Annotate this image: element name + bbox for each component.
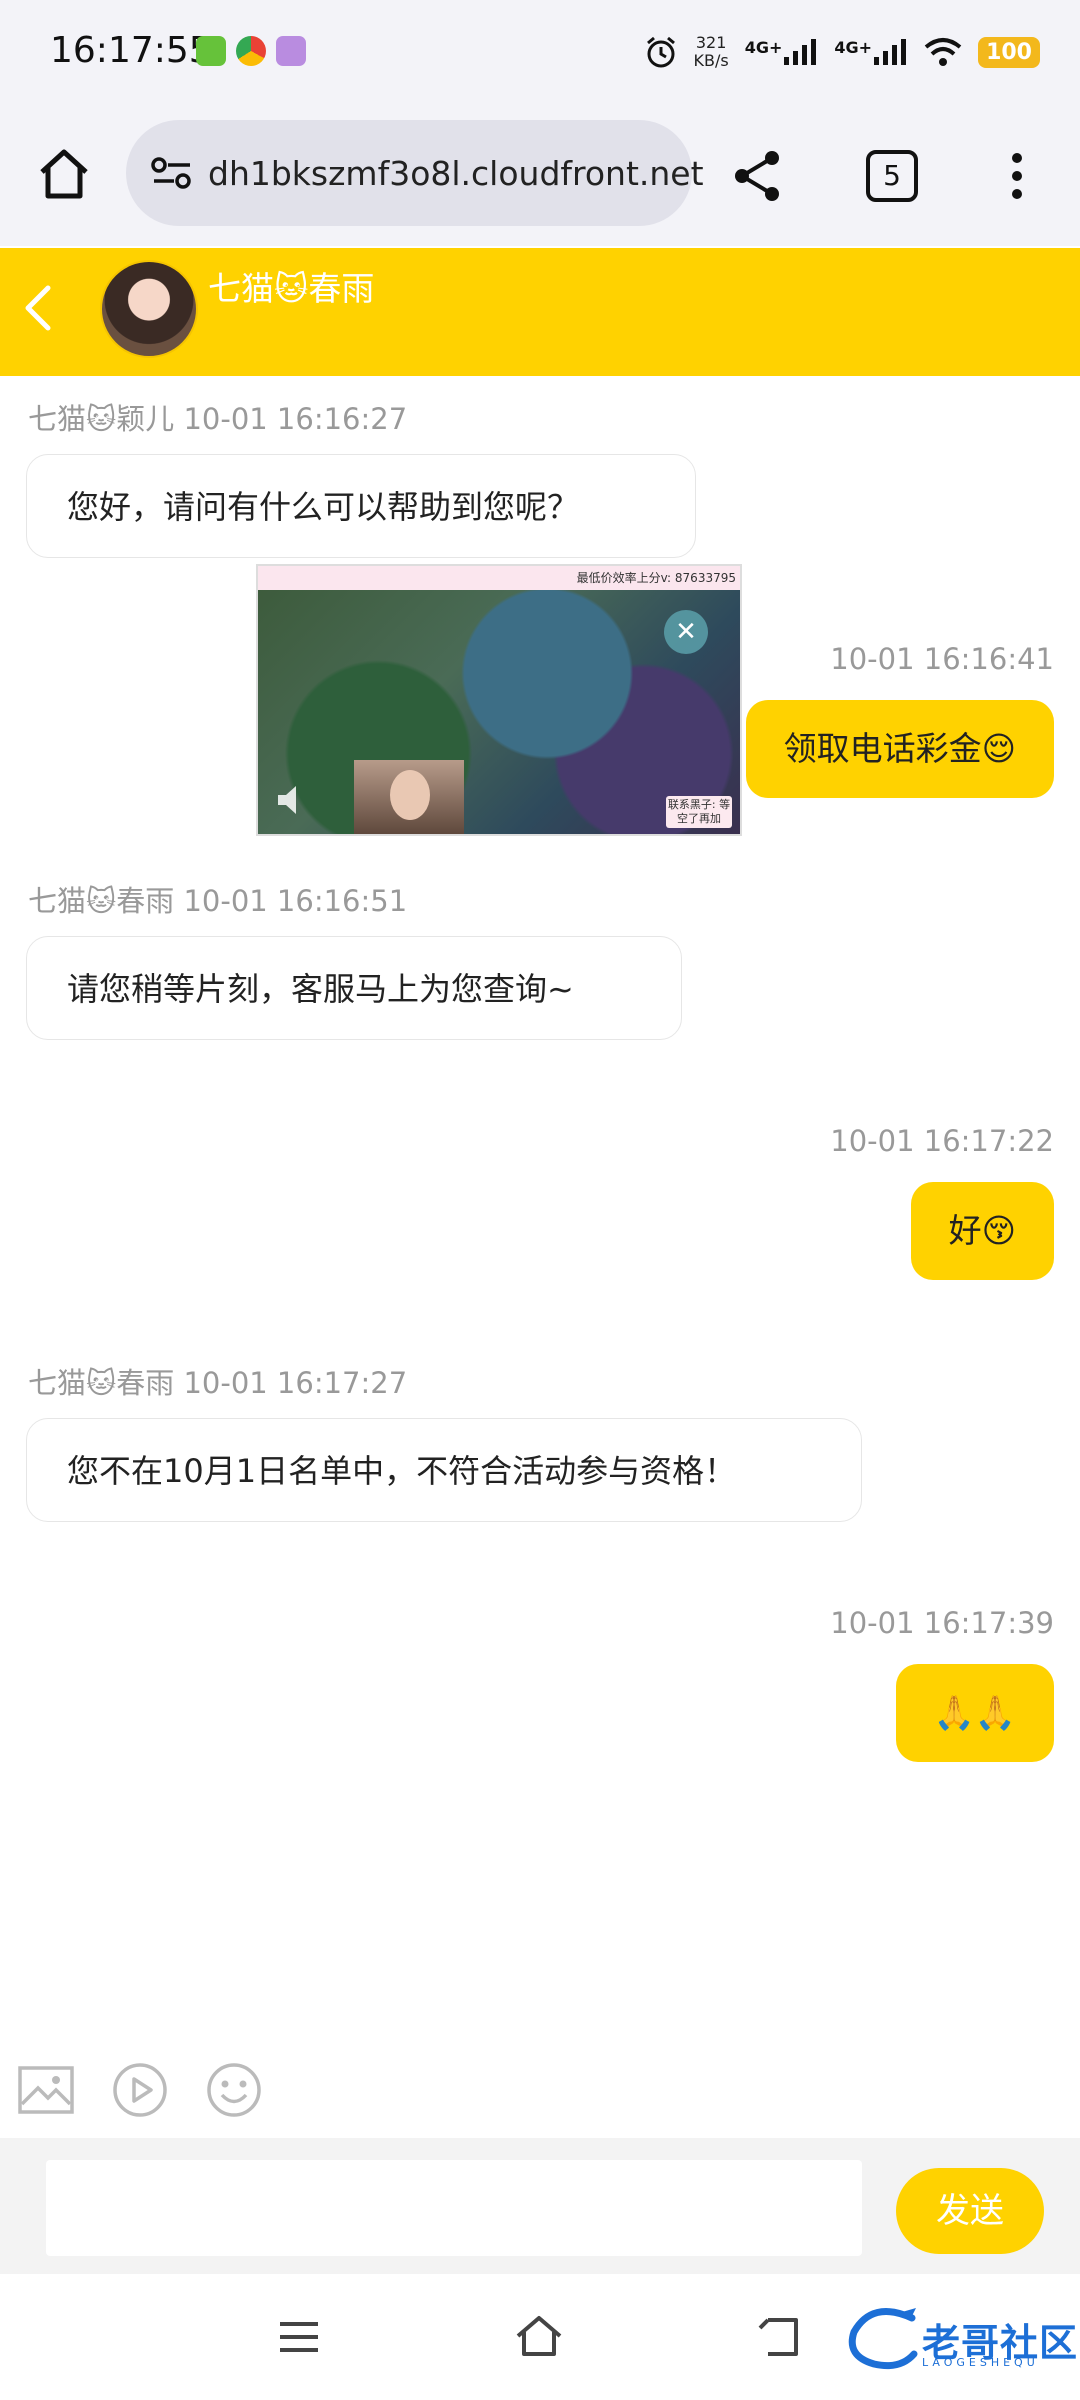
streamer-face [390, 770, 430, 820]
address-bar[interactable]: dh1bkszmf3o8l.cloudfront.net [126, 120, 704, 226]
video-note: 联系黑子: 等空了再加 [666, 796, 732, 828]
message-timestamp: 七猫🐱春雨 10-01 16:17:27 [28, 1366, 408, 1400]
emoji-icon[interactable] [204, 2060, 264, 2120]
app-notification-icon-2 [276, 36, 306, 66]
close-icon[interactable]: ✕ [664, 610, 708, 654]
contact-name: 七猫🐱春雨 [208, 269, 375, 308]
message-timestamp: 七猫🐱春雨 10-01 16:16:51 [28, 884, 408, 918]
wifi-icon [924, 38, 962, 66]
image-icon[interactable] [16, 2060, 76, 2120]
message-input[interactable] [46, 2160, 862, 2256]
send-button[interactable]: 发送 [896, 2168, 1044, 2254]
network-speed: 321 KB/s [693, 33, 729, 70]
tab-switcher-button[interactable]: 5 [866, 150, 918, 202]
site-settings-icon[interactable] [150, 156, 194, 190]
video-banner-text: 最低价效率上分v: 87633795 [576, 571, 736, 585]
message-bubble-received[interactable]: 请您稍等片刻，客服马上为您查询~ [26, 936, 682, 1040]
status-bar: 16:17:55 321 KB/s 4G+ 4G+ 100 [0, 0, 1080, 106]
status-time: 16:17:55 [50, 30, 212, 71]
message-timestamp: 10-01 16:17:39 [830, 1606, 1054, 1640]
speaker-icon[interactable] [272, 780, 312, 820]
streamer-camera [354, 760, 464, 834]
back-nav-icon[interactable] [752, 2312, 806, 2362]
more-menu-icon[interactable] [1002, 146, 1032, 206]
message-bubble-received[interactable]: 您好，请问有什么可以帮助到您呢？ [26, 454, 696, 558]
message-bubble-received[interactable]: 您不在10月1日名单中，不符合活动参与资格！ [26, 1418, 862, 1522]
app-notification-icon [196, 36, 226, 66]
back-arrow-icon[interactable] [14, 278, 64, 338]
home-icon[interactable] [34, 144, 94, 204]
message-timestamp: 10-01 16:17:22 [830, 1124, 1054, 1158]
message-timestamp: 七猫🐱颖儿 10-01 16:16:27 [28, 402, 408, 436]
message-timestamp: 10-01 16:16:41 [830, 642, 1054, 676]
battery-indicator: 100 [978, 36, 1040, 68]
watermark-logo: 老哥社区 LAOGESHEQU [842, 2304, 1077, 2374]
signal-bars-icon [784, 39, 817, 65]
browser-toolbar: dh1bkszmf3o8l.cloudfront.net 5 [0, 106, 1080, 246]
chrome-notification-icon [236, 36, 266, 66]
message-bubble-sent[interactable]: 🙏🙏 [895, 1664, 1054, 1762]
message-bubble-sent[interactable]: 好😚 [910, 1182, 1054, 1280]
share-icon[interactable] [728, 146, 788, 206]
signal-bars-icon [874, 39, 907, 65]
video-banner: 最低价效率上分v: 87633795 [258, 566, 740, 590]
contact-avatar[interactable] [100, 260, 198, 358]
system-nav-bar: 老哥社区 LAOGESHEQU [0, 2274, 1080, 2400]
recent-apps-icon[interactable] [272, 2312, 326, 2362]
floating-video-player[interactable]: 最低价效率上分v: 87633795 ✕ 联系黑子: 等空了再加 [256, 564, 742, 836]
watermark-subtext: LAOGESHEQU [922, 2356, 1039, 2369]
signal-2: 4G+ [834, 39, 908, 65]
dragon-logo-icon [848, 2308, 918, 2370]
signal-1: 4G+ [745, 39, 819, 65]
alarm-icon [646, 36, 675, 68]
chat-header: 七猫🐱春雨 [0, 248, 1080, 376]
url-text[interactable]: dh1bkszmf3o8l.cloudfront.net [208, 154, 704, 193]
video-play-icon[interactable] [110, 2060, 170, 2120]
composer: 发送 [0, 2138, 1080, 2274]
attachment-toolbar [0, 2060, 1080, 2126]
message-bubble-sent[interactable]: 领取电话彩金😌 [745, 700, 1054, 798]
home-nav-icon[interactable] [512, 2312, 566, 2362]
